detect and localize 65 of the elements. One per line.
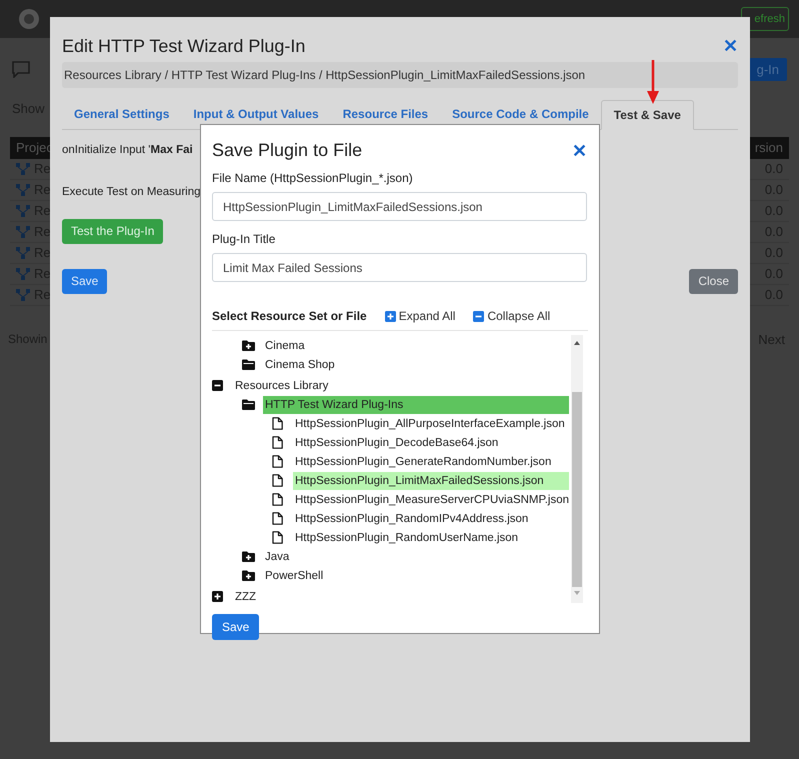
scroll-up-icon[interactable] bbox=[574, 341, 580, 345]
tree-heading: Select Resource Set or File bbox=[212, 308, 367, 325]
dialog-title: Save Plugin to File bbox=[212, 139, 362, 162]
tree-item[interactable]: Java bbox=[263, 548, 569, 566]
network-icon bbox=[16, 184, 30, 196]
network-icon bbox=[16, 246, 30, 258]
expand-icon[interactable] bbox=[212, 591, 223, 602]
tree-item[interactable]: PowerShell bbox=[263, 566, 569, 584]
tree-item[interactable]: HTTP Test Wizard Plug-Ins bbox=[263, 396, 569, 414]
plus-square-icon[interactable] bbox=[384, 310, 396, 322]
network-icon bbox=[16, 162, 30, 174]
column-header: rsion bbox=[754, 138, 783, 157]
expand-all-button[interactable]: Expand All bbox=[384, 307, 456, 325]
tab[interactable]: Resource Files bbox=[330, 99, 440, 129]
file-icon bbox=[272, 474, 283, 487]
logo-icon bbox=[18, 8, 40, 30]
tree-item[interactable]: HttpSessionPlugin_RandomUserName.json bbox=[293, 528, 569, 546]
collapse-icon[interactable] bbox=[212, 380, 223, 391]
dialog-title: Edit HTTP Test Wizard Plug-In bbox=[62, 34, 306, 58]
folder-icon[interactable] bbox=[242, 399, 255, 410]
tree-item[interactable]: Resources Library bbox=[233, 376, 569, 394]
tree-item[interactable]: HttpSessionPlugin_RandomIPv4Address.json bbox=[293, 510, 569, 528]
file-icon bbox=[272, 436, 283, 449]
execute-text: Execute Test on Measuring bbox=[62, 185, 201, 200]
field-label: File Name (HttpSessionPlugin_*.json) bbox=[212, 170, 414, 187]
save-button[interactable]: Save bbox=[212, 614, 260, 640]
file-icon bbox=[272, 455, 283, 468]
network-icon bbox=[16, 226, 30, 238]
tree-item[interactable]: Cinema bbox=[263, 336, 569, 354]
tree-item[interactable]: HttpSessionPlugin_DecodeBase64.json bbox=[293, 434, 569, 452]
tree-item[interactable]: HttpSessionPlugin_LimitMaxFailedSessions.json bbox=[293, 472, 569, 490]
tab[interactable]: Test & Save bbox=[600, 100, 694, 130]
save-button[interactable]: Save bbox=[62, 268, 108, 294]
tree-item[interactable]: ZZZ bbox=[233, 588, 569, 603]
folder-plus-icon[interactable] bbox=[242, 570, 255, 581]
folder-plus-icon[interactable] bbox=[242, 551, 255, 562]
tab[interactable]: General Settings bbox=[62, 99, 182, 129]
arrow-icon bbox=[647, 60, 659, 104]
breadcrumb: Resources Library / HTTP Test Wizard Plug-Ins / HttpSessionPlugin_LimitMaxFailedSessions.json bbox=[62, 62, 738, 88]
network-icon bbox=[16, 288, 30, 300]
tree-item[interactable]: HttpSessionPlugin_AllPurposeInterfaceExample.json bbox=[293, 414, 569, 432]
init-text: onInitialize Input 'Max Fai bbox=[62, 143, 193, 158]
field-label: Plug-In Title bbox=[212, 231, 276, 248]
plugin-title-field[interactable]: Limit Max Failed Sessions bbox=[212, 253, 587, 282]
file-icon bbox=[272, 531, 283, 544]
network-icon bbox=[16, 268, 30, 280]
close-button[interactable]: Close bbox=[689, 268, 738, 294]
tree-item[interactable]: Cinema Shop bbox=[263, 356, 569, 374]
folder-icon[interactable] bbox=[242, 359, 255, 370]
file-icon bbox=[272, 417, 283, 430]
file-name-field[interactable]: HttpSessionPlugin_LimitMaxFailedSessions.json bbox=[212, 192, 587, 221]
chat-icon bbox=[12, 61, 30, 78]
tree-item[interactable]: HttpSessionPlugin_MeasureServerCPUviaSNMP.json bbox=[293, 490, 569, 508]
collapse-all-button[interactable]: Collapse All bbox=[473, 307, 550, 325]
network-icon bbox=[16, 204, 30, 216]
file-icon bbox=[272, 512, 283, 525]
tab[interactable]: Input & Output Values bbox=[181, 99, 331, 129]
file-icon bbox=[272, 493, 283, 506]
tree-item[interactable]: HttpSessionPlugin_GenerateRandomNumber.json bbox=[293, 452, 569, 470]
tab[interactable]: Source Code & Compile bbox=[440, 99, 601, 129]
close-button[interactable]: ✕ bbox=[723, 37, 738, 55]
scrollbar[interactable] bbox=[571, 335, 583, 603]
minus-square-icon[interactable] bbox=[473, 310, 484, 322]
close-button[interactable]: ✕ bbox=[572, 142, 587, 160]
folder-plus-icon[interactable] bbox=[242, 340, 255, 351]
